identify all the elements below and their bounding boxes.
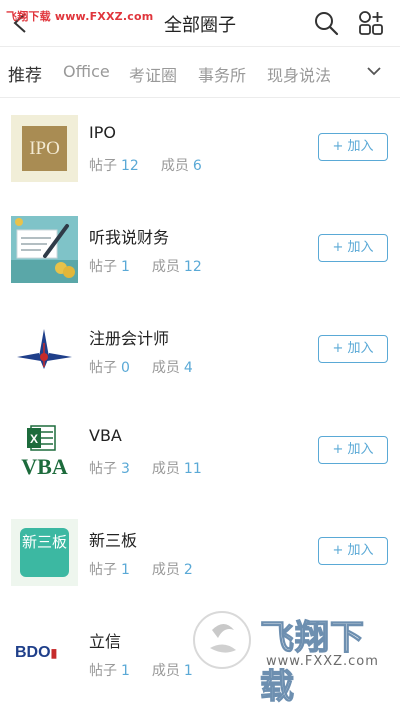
- posts-label: 帖子: [89, 663, 117, 679]
- search-icon[interactable]: [313, 10, 339, 36]
- new-third-board-logo: 新三板: [20, 528, 69, 577]
- group-thumbnail: [11, 216, 78, 283]
- tab-exam[interactable]: 考证圈: [129, 62, 177, 86]
- group-stats: 帖子 1 成员 12: [89, 256, 202, 276]
- posts-count: 1: [121, 562, 130, 578]
- members-count: 11: [183, 461, 202, 477]
- category-tabs: 推荐 Office 考证圈 事务所 现身说法: [0, 47, 400, 98]
- posts-label: 帖子: [89, 259, 117, 275]
- group-name: 注册会计师: [89, 329, 170, 348]
- members-label: 成员: [151, 360, 180, 376]
- group-stats: 帖子 1 成员 1: [89, 660, 193, 680]
- list-item[interactable]: 注册会计师 帖子 0 成员 4 + 加入: [0, 300, 400, 402]
- svg-text:X: X: [30, 432, 38, 446]
- join-button[interactable]: + 加入: [318, 537, 388, 565]
- list-item[interactable]: IPO IPO 帖子 12 成员 6 + 加入: [0, 98, 400, 200]
- group-thumbnail: IPO: [11, 115, 78, 182]
- group-thumbnail: BDO▮: [11, 620, 78, 687]
- list-item[interactable]: 听我说财务 帖子 1 成员 12 + 加入: [0, 199, 400, 301]
- members-count: 4: [183, 360, 193, 376]
- posts-label: 帖子: [89, 360, 117, 376]
- posts-count: 1: [121, 663, 130, 679]
- group-name: 立信: [89, 632, 122, 651]
- cpa-logo: [17, 329, 72, 369]
- members-label: 成员: [151, 562, 180, 578]
- group-name: IPO: [89, 123, 116, 142]
- join-button[interactable]: + 加入: [318, 335, 388, 363]
- members-label: 成员: [160, 158, 189, 174]
- posts-count: 12: [121, 158, 139, 174]
- group-stats: 帖子 0 成员 4: [89, 357, 193, 377]
- watermark-logo: 飞翔下载 www.FXXZ.com: [190, 600, 395, 708]
- group-stats: 帖子 3 成员 11: [89, 458, 202, 478]
- page-title: 全部圈子: [164, 15, 236, 36]
- posts-label: 帖子: [89, 461, 117, 477]
- group-thumbnail: [11, 317, 78, 384]
- posts-count: 1: [121, 259, 130, 275]
- watermark-url: www.FXXZ.com: [266, 654, 379, 669]
- posts-count: 0: [121, 360, 130, 376]
- add-group-icon[interactable]: [358, 10, 384, 36]
- tab-recommend[interactable]: 推荐: [8, 61, 42, 86]
- group-stats: 帖子 12 成员 6: [89, 155, 202, 175]
- group-name: 新三板: [89, 531, 138, 550]
- members-count: 12: [183, 259, 202, 275]
- top-bar: 飞翔下载 www.FXXZ.com 全部圈子: [0, 0, 400, 47]
- list-item[interactable]: X VBA VBA 帖子 3 成员 11 + 加入: [0, 401, 400, 503]
- finance-thumbnail-image: [11, 216, 78, 283]
- tab-firm[interactable]: 事务所: [198, 62, 246, 86]
- bdo-logo-text: BDO: [15, 644, 51, 661]
- tab-office[interactable]: Office: [63, 62, 110, 81]
- members-count: 2: [183, 562, 193, 578]
- group-thumbnail: 新三板: [11, 519, 78, 586]
- posts-label: 帖子: [89, 562, 117, 578]
- members-label: 成员: [151, 663, 180, 679]
- list-item[interactable]: 新三板 新三板 帖子 1 成员 2 + 加入: [0, 502, 400, 604]
- tab-testimony[interactable]: 现身说法: [267, 62, 331, 86]
- join-button[interactable]: + 加入: [318, 436, 388, 464]
- group-name: 听我说财务: [89, 228, 170, 247]
- group-stats: 帖子 1 成员 2: [89, 559, 193, 579]
- members-label: 成员: [151, 461, 180, 477]
- join-button[interactable]: + 加入: [318, 234, 388, 262]
- posts-label: 帖子: [89, 158, 117, 174]
- chevron-down-icon[interactable]: [366, 64, 382, 78]
- posts-count: 3: [121, 461, 130, 477]
- bdo-logo: BDO▮: [15, 644, 57, 662]
- members-label: 成员: [151, 259, 180, 275]
- ipo-logo: IPO: [22, 126, 67, 171]
- vba-logo-text: VBA: [21, 454, 68, 479]
- bdo-logo-mark: ▮: [50, 646, 58, 660]
- group-name: VBA: [89, 426, 122, 445]
- group-thumbnail: X VBA: [11, 418, 78, 485]
- join-button[interactable]: + 加入: [318, 133, 388, 161]
- members-count: 6: [192, 158, 202, 174]
